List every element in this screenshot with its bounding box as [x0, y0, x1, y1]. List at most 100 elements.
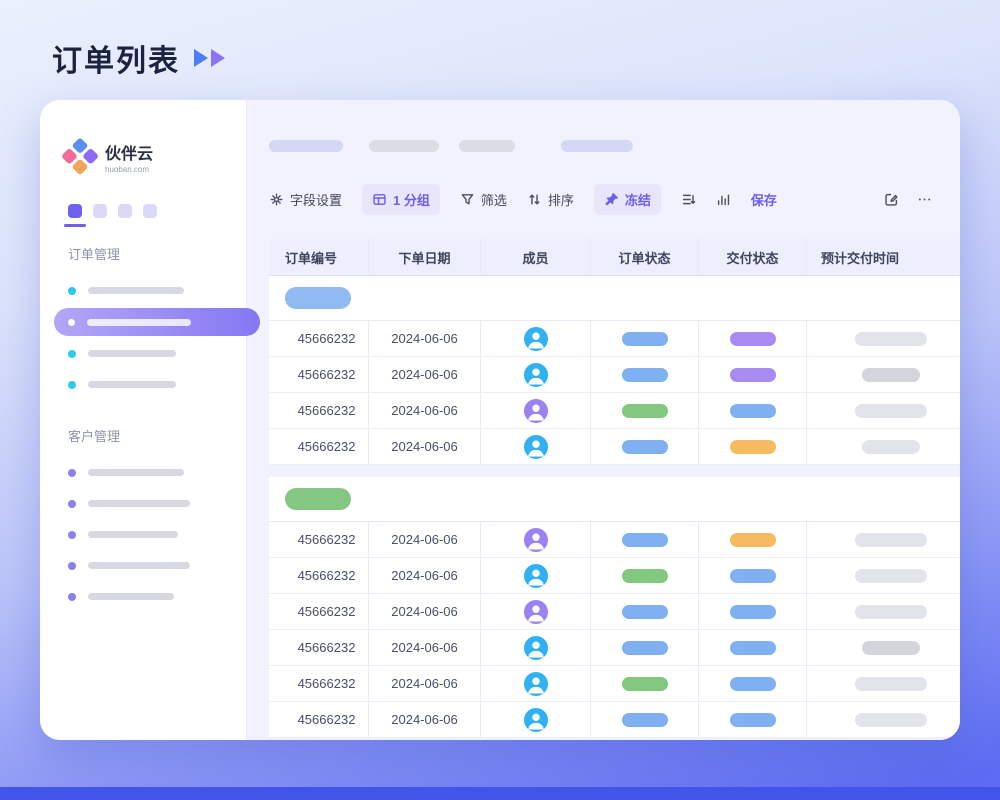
eta-cell: [807, 702, 960, 737]
order-no-cell: 45666232: [269, 393, 369, 428]
sidebar-item[interactable]: [40, 369, 246, 400]
funnel-icon: [460, 192, 475, 207]
sidebar-item[interactable]: [40, 457, 246, 488]
edit-button[interactable]: [884, 192, 899, 207]
group-button[interactable]: 1 分组: [362, 184, 440, 215]
chart-button[interactable]: [716, 192, 731, 207]
column-header-eta[interactable]: 预计交付时间: [807, 239, 960, 275]
page-title: 订单列表: [52, 36, 180, 80]
sidebar-section-label: 订单管理: [68, 244, 246, 263]
table-row[interactable]: 456662322024-06-06: [269, 666, 960, 702]
table-row[interactable]: 456662322024-06-06: [269, 522, 960, 558]
filter-button[interactable]: 筛选: [460, 190, 507, 209]
person-icon: [524, 363, 548, 387]
table-row[interactable]: 456662322024-06-06: [269, 321, 960, 357]
chart-icon: [716, 192, 731, 207]
save-button[interactable]: 保存: [751, 190, 777, 209]
member-avatar-icon: [524, 435, 548, 459]
member-avatar-icon: [524, 363, 548, 387]
table-row[interactable]: 456662322024-06-06: [269, 594, 960, 630]
column-header-delivery-status[interactable]: 交付状态: [699, 239, 807, 275]
table-row[interactable]: 456662322024-06-06: [269, 393, 960, 429]
logo[interactable]: 伙伴云 huoban.com: [40, 140, 246, 174]
group-label: 1 分组: [393, 190, 430, 209]
date-cell: 2024-06-06: [369, 357, 481, 392]
table-row[interactable]: 456662322024-06-06: [269, 630, 960, 666]
skeleton-pill: [269, 140, 343, 152]
delivery-status-cell: [699, 666, 807, 701]
member-avatar-icon: [524, 600, 548, 624]
sidebar-tab[interactable]: [143, 204, 157, 218]
sidebar-tab[interactable]: [68, 204, 82, 218]
order-status-pill: [622, 533, 668, 547]
person-icon: [524, 708, 548, 732]
sort-label: 排序: [548, 190, 574, 209]
date-cell: 2024-06-06: [369, 393, 481, 428]
eta-skeleton-pill: [862, 440, 920, 454]
double-arrow-icon: [194, 49, 225, 67]
sidebar-tab[interactable]: [93, 204, 107, 218]
date-cell: 2024-06-06: [369, 630, 481, 665]
person-icon: [524, 528, 548, 552]
skeleton-pill: [561, 140, 633, 152]
table-row[interactable]: 456662322024-06-06: [269, 702, 960, 738]
member-cell: [481, 429, 591, 464]
sidebar-item[interactable]: [40, 338, 246, 369]
eta-cell: [807, 321, 960, 356]
order-status-pill: [622, 605, 668, 619]
member-cell: [481, 522, 591, 557]
edit-icon: [884, 192, 899, 207]
order-no-cell: 45666232: [269, 594, 369, 629]
skeleton-bar: [88, 500, 190, 507]
column-header-date[interactable]: 下单日期: [369, 239, 481, 275]
table-row[interactable]: 456662322024-06-06: [269, 429, 960, 465]
skeleton-bar: [88, 287, 184, 294]
order-status-pill: [622, 677, 668, 691]
skeleton-bar: [88, 469, 184, 476]
more-button[interactable]: [917, 192, 932, 207]
member-cell: [481, 666, 591, 701]
row-height-button[interactable]: [681, 192, 696, 207]
bullet-icon: [68, 350, 76, 358]
member-cell: [481, 702, 591, 737]
sidebar-item-active[interactable]: [54, 308, 260, 336]
skeleton-bar: [88, 562, 190, 569]
table-group: 456662322024-06-06456662322024-06-064566…: [269, 477, 960, 738]
bullet-icon: [68, 469, 76, 477]
delivery-status-cell: [699, 558, 807, 593]
sort-button[interactable]: 排序: [527, 190, 574, 209]
column-header-order-no[interactable]: 订单编号: [269, 239, 369, 275]
column-header-order-status[interactable]: 订单状态: [591, 239, 699, 275]
bullet-icon: [68, 562, 76, 570]
order-no-cell: 45666232: [269, 702, 369, 737]
table-row[interactable]: 456662322024-06-06: [269, 357, 960, 393]
sidebar-item[interactable]: [40, 488, 246, 519]
order-no-cell: 45666232: [269, 522, 369, 557]
sidebar-tab[interactable]: [118, 204, 132, 218]
sidebar-item[interactable]: [40, 550, 246, 581]
column-header-member[interactable]: 成员: [481, 239, 591, 275]
order-status-pill: [622, 368, 668, 382]
sidebar-tabs: [40, 204, 246, 218]
order-no-cell: 45666232: [269, 666, 369, 701]
group-label-pill[interactable]: [285, 287, 351, 309]
sidebar-item[interactable]: [40, 275, 246, 306]
group-label-pill[interactable]: [285, 488, 351, 510]
freeze-button[interactable]: 冻结: [594, 184, 661, 215]
date-cell: 2024-06-06: [369, 594, 481, 629]
order-no-cell: 45666232: [269, 630, 369, 665]
arrow-triangle-icon: [194, 49, 208, 67]
eta-skeleton-pill: [862, 368, 920, 382]
eta-cell: [807, 666, 960, 701]
order-status-cell: [591, 630, 699, 665]
group-header-row: [269, 477, 960, 522]
logo-icon: [60, 137, 100, 177]
delivery-status-pill: [730, 605, 776, 619]
sidebar-item[interactable]: [40, 519, 246, 550]
eta-cell: [807, 558, 960, 593]
sidebar-item[interactable]: [40, 581, 246, 612]
eta-skeleton-pill: [855, 533, 927, 547]
table-row[interactable]: 456662322024-06-06: [269, 558, 960, 594]
member-avatar-icon: [524, 672, 548, 696]
field-settings-button[interactable]: 字段设置: [269, 190, 342, 209]
